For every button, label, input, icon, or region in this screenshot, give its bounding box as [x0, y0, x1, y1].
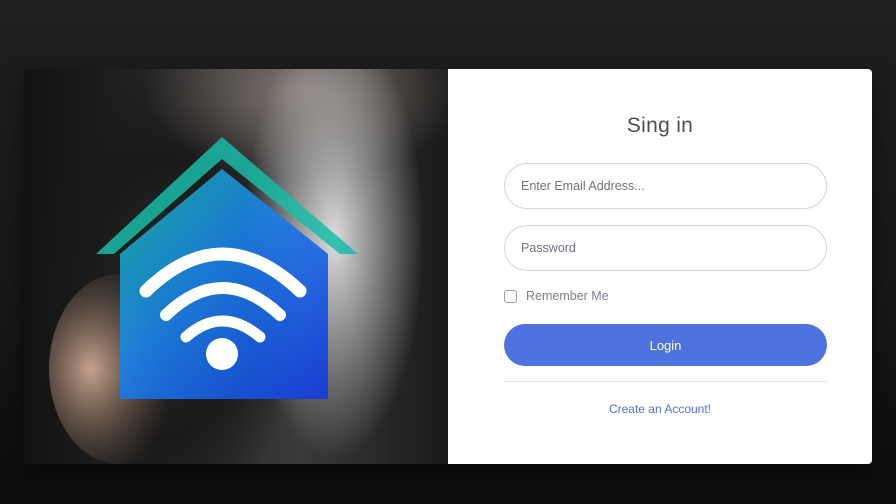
password-field[interactable] [504, 225, 827, 271]
remember-me[interactable]: Remember Me [504, 289, 609, 303]
divider [504, 381, 827, 382]
hero-image [24, 69, 448, 464]
create-account-link[interactable]: Create an Account! [448, 402, 872, 416]
smart-home-wifi-icon [49, 137, 358, 464]
login-panel: Sing in Remember Me Login Create an Acco… [448, 69, 872, 464]
wifi-dot [206, 338, 238, 370]
login-card: Sing in Remember Me Login Create an Acco… [24, 69, 872, 464]
remember-checkbox[interactable] [504, 289, 517, 303]
page-title: Sing in [626, 114, 694, 137]
remember-label: Remember Me [526, 289, 609, 303]
email-field[interactable] [504, 163, 827, 209]
login-button[interactable]: Login [504, 324, 827, 366]
